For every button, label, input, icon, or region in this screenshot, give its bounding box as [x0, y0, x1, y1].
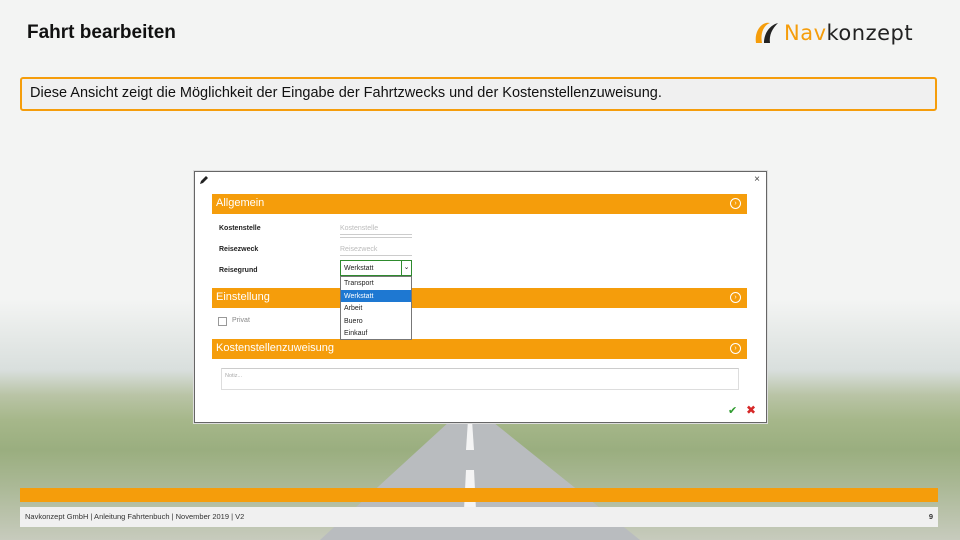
check-icon[interactable]: ✔: [728, 404, 737, 417]
reisegrund-select[interactable]: Werkstatt ⌄: [340, 260, 412, 276]
section-kostenstellen-label: Kostenstellenzuweisung: [216, 342, 335, 354]
privat-checkbox[interactable]: [218, 317, 227, 326]
chevron-circle-icon[interactable]: ›: [730, 343, 741, 354]
reisegrund-select-value: Werkstatt: [344, 265, 374, 272]
navkonzept-logo-mark-icon: [755, 22, 778, 43]
chevron-circle-icon[interactable]: ›: [730, 292, 741, 303]
close-icon[interactable]: ×: [754, 175, 760, 185]
company-logo: Navkonzept: [752, 18, 942, 48]
section-allgemein-label: Allgemein: [216, 197, 265, 209]
kostenstelle-underline: [340, 237, 412, 238]
kostenstelle-input[interactable]: Kostenstelle: [340, 223, 412, 235]
page-title: Fahrt bearbeiten: [27, 22, 176, 43]
section-einstellung-label: Einstellung: [216, 291, 270, 303]
pencil-icon: [200, 176, 208, 184]
dialog-titlebar: ×: [195, 172, 766, 190]
dropdown-option[interactable]: Transport: [341, 277, 411, 290]
reisegrund-label: Reisegrund: [219, 267, 258, 274]
page-number: 9: [928, 512, 933, 521]
dropdown-option[interactable]: Einkauf: [341, 327, 411, 340]
logo-wordmark: Navkonzept: [784, 21, 913, 45]
reisegrund-dropdown-list: Transport Werkstatt Arbeit Buero Einkauf: [340, 276, 412, 340]
privat-label: Privat: [232, 317, 250, 324]
section-kostenstellenzuweisung[interactable]: Kostenstellenzuweisung ›: [212, 339, 747, 359]
chevron-circle-icon[interactable]: ›: [730, 198, 741, 209]
dropdown-option[interactable]: Arbeit: [341, 302, 411, 315]
footer-accent-bar: [20, 488, 938, 502]
footer-text: Navkonzept GmbH | Anleitung Fahrtenbuch …: [25, 512, 245, 521]
cross-icon[interactable]: ✖: [746, 403, 756, 417]
section-allgemein[interactable]: Allgemein ›: [212, 194, 747, 214]
section-einstellung[interactable]: Einstellung ›: [212, 288, 747, 308]
logo-text-brand: Nav: [784, 21, 827, 45]
kostenstelle-label: Kostenstelle: [219, 225, 261, 232]
dropdown-option-selected[interactable]: Werkstatt: [341, 289, 411, 303]
footer: Navkonzept GmbH | Anleitung Fahrtenbuch …: [20, 507, 938, 527]
reisezweck-label: Reisezweck: [219, 246, 259, 253]
note-textarea[interactable]: Notiz...: [221, 368, 739, 390]
intro-description-box: Diese Ansicht zeigt die Möglichkeit der …: [20, 77, 937, 111]
chevron-down-icon[interactable]: ⌄: [401, 261, 411, 275]
logo-text-rest: konzept: [826, 21, 914, 45]
dropdown-option[interactable]: Buero: [341, 315, 411, 328]
reisezweck-input[interactable]: Reisezweck: [340, 244, 412, 256]
